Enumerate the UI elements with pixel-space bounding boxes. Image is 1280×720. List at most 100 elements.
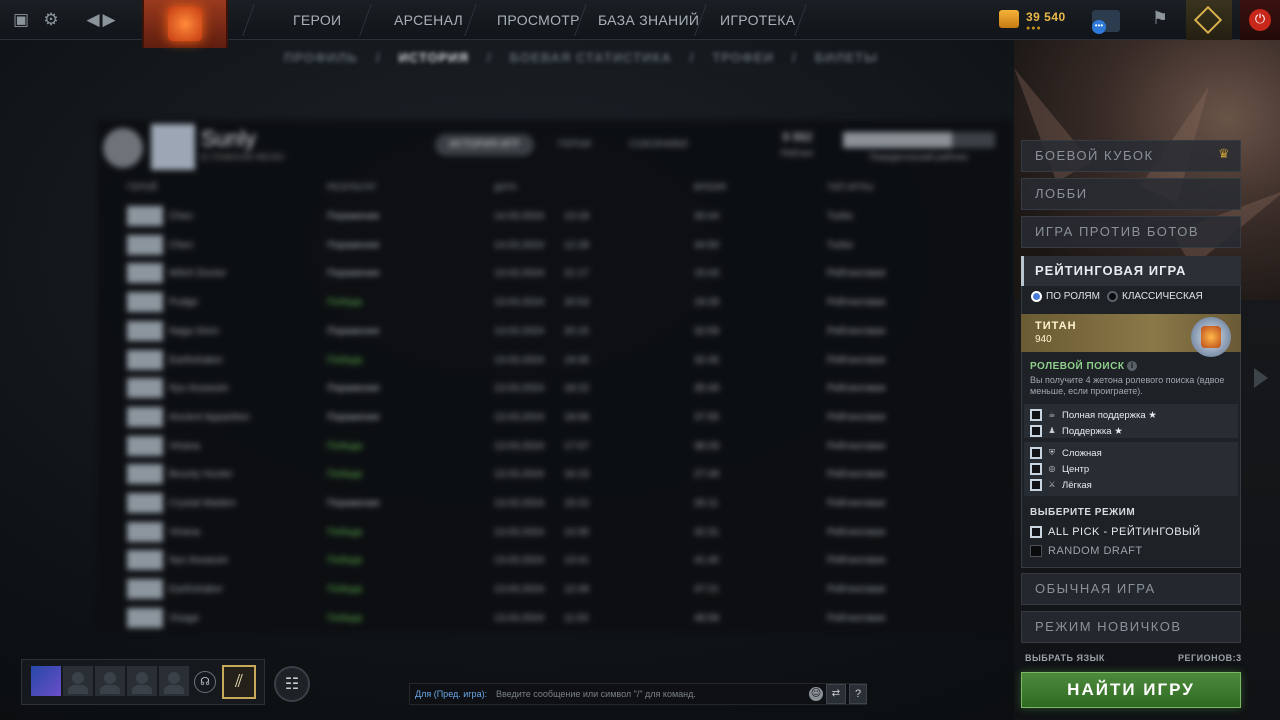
nav-knowledge-base[interactable]: БАЗА ЗНАНИЙ (598, 0, 699, 40)
headset-icon[interactable]: ☊ (194, 671, 216, 693)
table-row[interactable]: Chen Поражение 14.03.2024 13:18 33:44 Turbo (97, 202, 1013, 230)
shards-amount[interactable]: 39 540 (1026, 10, 1066, 24)
hero-portrait (127, 493, 163, 513)
party-slot-empty[interactable] (127, 666, 157, 696)
match-date: 13.03.2024 (494, 297, 545, 309)
table-row[interactable]: Viriana Победа 13.03.2024 17:07 38:29 Рейтинг… (97, 432, 1013, 460)
table-row[interactable]: Crystal Maiden Поражение 13.03.2024 15:22 26… (97, 489, 1013, 517)
chat-wheel-icon[interactable]: ⇄ (826, 684, 846, 704)
nav-watch[interactable]: ПРОСМОТР (497, 0, 580, 40)
col-duration[interactable]: ВРЕМЯ (694, 182, 726, 192)
forward-arrow-icon[interactable]: ▶ (98, 9, 120, 31)
radio-by-roles[interactable]: ПО РОЛЯМ (1031, 291, 1100, 302)
rank-value: 940 (1035, 334, 1052, 345)
match-duration: 35:49 (694, 383, 720, 395)
subnav-profile[interactable]: ПРОФИЛЬ (284, 50, 358, 70)
find-match-button[interactable]: НАЙТИ ИГРУ (1021, 672, 1241, 708)
table-row[interactable]: Visage Победа 13.03.2024 11:53 48:58 Рейтинго… (97, 604, 1013, 632)
match-result: Победа (327, 526, 363, 538)
hero-name: Ancient Apparition (169, 411, 250, 423)
party-slot-empty[interactable] (159, 666, 189, 696)
player-name: Sunly (201, 126, 257, 151)
emoji-icon[interactable]: ☺ (809, 687, 823, 701)
table-row[interactable]: Naga Siren Поражение 13.03.2024 20:15 32:59 Р… (97, 317, 1013, 345)
bots-button[interactable]: ИГРА ПРОТИВ БОТОВ (1021, 216, 1241, 248)
table-row[interactable]: Nyx Assassin Поражение 13.03.2024 18:22 35:4… (97, 374, 1013, 402)
checkbox-icon (1030, 463, 1042, 475)
match-type: Рейтинговая (827, 325, 886, 337)
tab-match-history[interactable]: ИСТОРИЯ ИГР (435, 134, 534, 156)
info-icon[interactable]: i (1127, 361, 1137, 371)
ranked-header[interactable]: РЕЙТИНГОВАЯ ИГРА (1021, 256, 1241, 286)
hero-portrait (127, 349, 163, 370)
tab-allies[interactable]: СОЮЗНИКИ (615, 134, 701, 156)
match-time: 20:15 (564, 325, 590, 337)
match-duration: 47:21 (694, 584, 720, 596)
party-slot-empty[interactable] (95, 666, 125, 696)
hero-portrait (127, 550, 163, 571)
safelane-icon: ⚔ (1048, 480, 1056, 489)
lobby-button[interactable]: ЛОББИ (1021, 178, 1241, 210)
armory-icon[interactable]: ⚑ (1146, 8, 1174, 32)
table-row[interactable]: Chen Поражение 14.03.2024 12:28 34:50 Turbo (97, 231, 1013, 259)
table-header: ГЕРОЙ РЕЗУЛЬТАТ ДАТА ВРЕМЯ ТИП ИГРЫ (97, 178, 1013, 196)
subnav-history[interactable]: ИСТОРИЯ (399, 50, 470, 70)
role-mid[interactable]: ◎ Центр (1030, 462, 1089, 476)
role-soft-support[interactable]: ♟ Поддержка ★ (1030, 424, 1123, 438)
col-type[interactable]: ТИП ИГРЫ (827, 182, 873, 192)
hard-support-icon: ☕ (1048, 410, 1056, 419)
newbie-mode-button[interactable]: РЕЖИМ НОВИЧКОВ (1021, 611, 1241, 643)
dashboard-icon[interactable]: ▣ (10, 9, 32, 31)
nav-arsenal[interactable]: АРСЕНАЛ (394, 0, 463, 40)
mode-all-pick[interactable]: ALL PICK - РЕЙТИНГОВЫЙ (1030, 525, 1201, 539)
table-row[interactable]: Pudge Победа 13.03.2024 20:53 19:28 Рейтингов… (97, 288, 1013, 316)
mid-label: Центр (1062, 463, 1090, 475)
party-slot-empty[interactable] (63, 666, 93, 696)
col-date[interactable]: ДАТА (494, 182, 517, 192)
table-row[interactable]: Nyx Assassin Победа 13.03.2024 13:41 41:40 Ре… (97, 546, 1013, 574)
mid-icon: ◎ (1048, 464, 1056, 473)
help-button[interactable]: ? (849, 684, 867, 704)
table-row[interactable]: Viriana Победа 13.03.2024 14:30 42:31 Рейтинг… (97, 518, 1013, 546)
trophy-icon: ♛ (1218, 147, 1232, 162)
checkbox-icon (1030, 526, 1042, 538)
mode-random-draft[interactable]: RANDOM DRAFT (1030, 544, 1143, 558)
match-type: Рейтинговая (827, 584, 886, 596)
normal-game-button[interactable]: ОБЫЧНАЯ ИГРА (1021, 573, 1241, 605)
party-slot-self[interactable] (31, 666, 61, 696)
battle-cup-button[interactable]: БОЕВОЙ КУБОК ♛ (1021, 140, 1241, 172)
regions-link[interactable]: РЕГИОНОВ:3 (1178, 653, 1242, 663)
radio-classic[interactable]: КЛАССИЧЕСКАЯ (1107, 291, 1203, 302)
hero-portrait (127, 406, 163, 427)
match-type: Рейтинговая (827, 411, 886, 423)
gear-icon[interactable]: ⚙ (40, 9, 62, 31)
chevron-right-icon[interactable] (1254, 368, 1268, 388)
table-row[interactable]: Earthshaker Победа 13.03.2024 19:35 32:45 Рей… (97, 346, 1013, 374)
hero-portrait (127, 263, 163, 284)
table-row[interactable]: Witch Doctor Поражение 13.03.2024 21:17 15:4… (97, 259, 1013, 287)
nav-arcade[interactable]: ИГРОТЕКА (720, 0, 795, 40)
chat-channel[interactable]: Для (Пред. игра): (415, 689, 487, 699)
party-rank-icon[interactable]: ⫽ (222, 665, 256, 699)
table-row[interactable]: Bounty Hunter Победа 13.03.2024 16:15 27:49 Р… (97, 460, 1013, 488)
col-hero[interactable]: ГЕРОЙ (127, 182, 157, 192)
match-date: 13.03.2024 (494, 325, 545, 337)
subnav-trophies[interactable]: ТРОФЕИ (712, 50, 774, 70)
shards-icon[interactable] (999, 10, 1019, 28)
nav-heroes[interactable]: ГЕРОИ (293, 0, 341, 40)
col-result[interactable]: РЕЗУЛЬТАТ (327, 182, 376, 192)
table-row[interactable]: Ancient Apparition Поражение 13.03.2024 18:… (97, 403, 1013, 431)
subnav-tickets[interactable]: БИЛЕТЫ (815, 50, 878, 70)
select-language-link[interactable]: ВЫБРАТЬ ЯЗЫК (1025, 653, 1105, 663)
subnav-battle-stats[interactable]: БОЕВАЯ СТАТИСТИКА (510, 50, 672, 70)
role-offlane[interactable]: ⛨ Сложная (1030, 446, 1102, 460)
table-row[interactable]: Earthshaker Победа 13.03.2024 12:49 47:21 Рей… (97, 575, 1013, 603)
avatar[interactable] (151, 124, 195, 170)
role-hard-support[interactable]: ☕ Полная поддержка ★ (1030, 408, 1157, 422)
friends-icon[interactable]: ☷ (274, 666, 310, 702)
dota-logo-button[interactable] (142, 0, 228, 48)
hero-name: Crystal Maiden (169, 498, 236, 509)
hero-portrait (127, 521, 163, 542)
role-safelane[interactable]: ⚔ Лёгкая (1030, 478, 1092, 492)
tab-heroes[interactable]: ГЕРОИ (544, 134, 606, 156)
